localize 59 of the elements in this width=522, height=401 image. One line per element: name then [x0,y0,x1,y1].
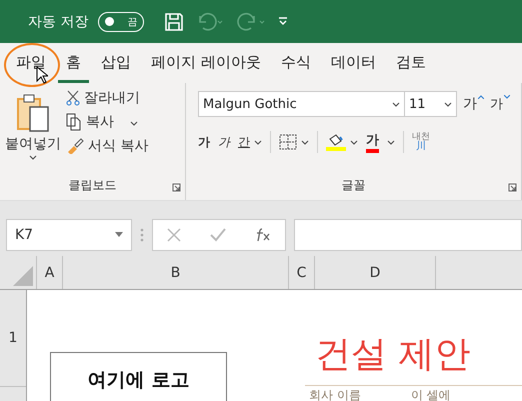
dropdown-caret-icon [115,232,123,237]
dropdown-caret-icon [444,102,452,106]
caret-up-icon [478,95,484,99]
group-label: 클립보드 [68,177,116,194]
italic-button[interactable]: 가 [218,134,230,150]
save-icon[interactable] [164,12,184,32]
drag-handle-icon[interactable] [140,228,144,242]
name-box[interactable]: K7 [6,218,132,250]
ribbon-tab[interactable]: 삽입 [93,53,139,83]
dropdown-caret-icon [254,140,262,144]
cell-hint-text: 이 셀에 [410,387,451,401]
function-icon[interactable] [254,228,271,242]
column-header[interactable]: B [63,256,289,289]
font-name-field[interactable]: Malgun Gothic [198,91,405,117]
ribbon-tab[interactable]: 파일 [8,53,54,83]
borders-icon [279,134,297,150]
font-color-button[interactable]: 가 [366,131,379,153]
clipboard-icon [16,93,50,133]
dialog-launcher-icon[interactable] [172,183,181,192]
phonetic-guide-button[interactable]: 내천 川 [412,132,430,152]
dropdown-caret-icon [392,102,400,106]
cut-button[interactable]: 잘라내기 [66,89,148,107]
autosave-label: 자동 저장 [28,12,88,30]
bold-button[interactable]: 가 [198,134,210,150]
copy-button[interactable]: 복사 [66,113,148,131]
scissors-icon [66,90,80,106]
formula-input[interactable] [294,218,522,250]
dropdown-caret-icon [301,140,309,144]
fill-color-button[interactable] [326,133,358,151]
dropdown-caret-icon [130,121,138,126]
underline-button[interactable]: 간 [238,134,262,150]
dropdown-caret-icon [387,140,395,144]
ribbon-tab[interactable]: 검토 [388,53,434,83]
copy-icon [66,113,82,131]
format-painter-button[interactable]: 서식 복사 [66,137,148,155]
ribbon-tab[interactable]: 페이지 레이아웃 [143,53,269,83]
paintbrush-icon [66,138,84,154]
sheet-title: 건설 제안 [305,330,522,386]
autosave-toggle[interactable]: 끔 [98,12,144,32]
customize-toolbar-icon[interactable] [278,16,288,26]
caret-down-icon [504,95,510,99]
logo-text-box-field[interactable]: 여기에 로고 [50,352,227,401]
increase-font-size-button[interactable]: 가 [463,95,484,113]
dropdown-caret-icon [350,140,358,144]
paint-bucket-icon [326,133,346,151]
column-header[interactable]: A [37,256,63,289]
column-header[interactable]: D [315,256,436,289]
paste-button[interactable]: 붙여넣기 [0,89,66,177]
ribbon-tab[interactable]: 데이터 [322,53,384,83]
font-size-field[interactable]: 11 [404,91,457,117]
checkmark-icon[interactable] [210,228,226,242]
dropdown-caret-icon [29,155,37,160]
dialog-launcher-icon[interactable] [508,183,517,192]
column-header[interactable]: C [289,256,315,289]
group-label: 글꼴 [342,177,366,194]
ribbon-tab[interactable]: 수식 [272,53,319,83]
decrease-font-size-button[interactable]: 가 [490,95,510,113]
borders-button[interactable] [279,134,309,150]
company-name-label: 회사 이름 [309,387,361,401]
